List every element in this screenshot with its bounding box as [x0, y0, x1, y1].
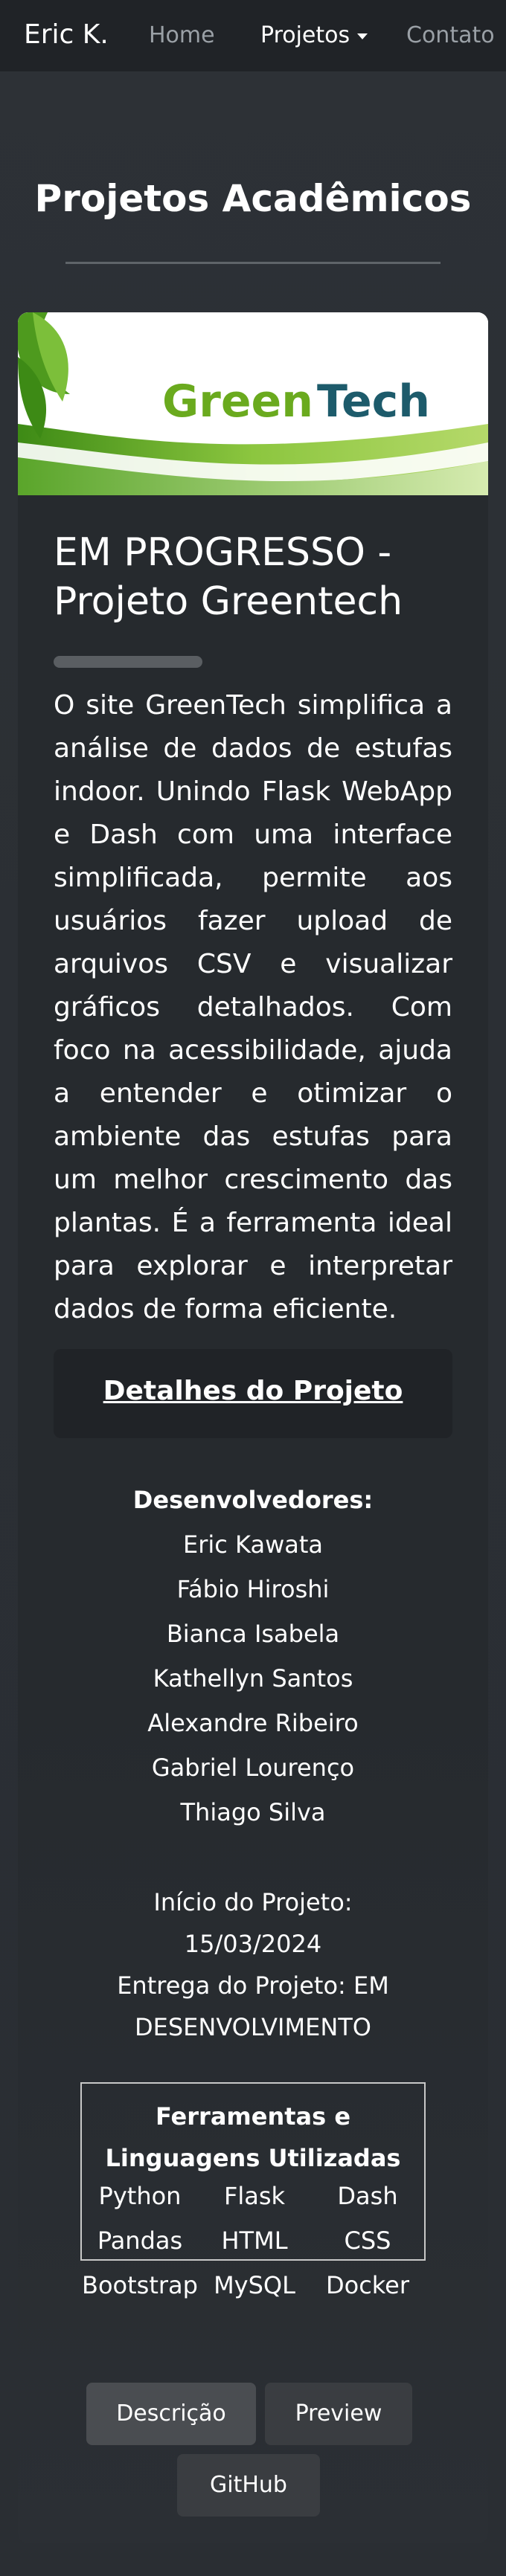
logo-text-tech: Tech [317, 376, 430, 428]
start-date: 15/03/2024 [184, 1930, 322, 1958]
tool-item: CSS [344, 2226, 391, 2255]
descricao-button[interactable]: Descrição [86, 2383, 256, 2445]
developer-name: Fábio Hiroshi [176, 1575, 330, 1603]
developers-title: Desenvolvedores: [132, 1486, 374, 1514]
developer-name: Kathellyn Santos [153, 1664, 353, 1693]
greentech-banner-image: Green Tech [18, 312, 488, 495]
delivery-status: DESENVOLVIMENTO [135, 2013, 371, 2041]
navbar: Eric K. Home Projetos Contato [0, 0, 506, 71]
developer-name: Eric Kawata [183, 1530, 323, 1559]
navbar-brand[interactable]: Eric K. [24, 19, 109, 50]
developer-name: Bianca Isabela [166, 1620, 340, 1648]
details-box: Detalhes do Projeto [54, 1349, 452, 1438]
tool-item: Dash [337, 2182, 398, 2210]
caret-down-icon [357, 33, 368, 39]
developer-name: Alexandre Ribeiro [147, 1709, 359, 1737]
project-description: O site GreenTech simplifica a análise de… [54, 690, 452, 1324]
developer-name: Thiago Silva [180, 1798, 326, 1826]
tool-item: Pandas [97, 2226, 183, 2255]
greentech-logo: Green Tech [18, 312, 488, 495]
nav-dropdown-projetos-label: Projetos [260, 22, 350, 48]
logo-text-green: Green [162, 376, 313, 428]
developer-name: Gabriel Lourenço [151, 1754, 355, 1782]
start-label: Início do Projeto: [153, 1888, 353, 1916]
tools-title: Ferramentas e Linguagens Utilizadas [82, 2096, 424, 2179]
tool-item: MySQL [214, 2271, 295, 2299]
tools-table: Ferramentas e Linguagens Utilizadas Pyth… [80, 2082, 426, 2299]
page-title: Projetos Acadêmicos [34, 177, 472, 220]
project-card: Green Tech EM PROGRESSO - Projeto Greent… [18, 312, 488, 2543]
nav-link-home[interactable]: Home [149, 22, 215, 48]
tools-title-line2: Linguagens Utilizadas [105, 2144, 401, 2172]
tool-item: HTML [221, 2226, 288, 2255]
tool-item: Bootstrap [82, 2271, 198, 2299]
nav-dropdown-projetos[interactable]: Projetos [260, 22, 368, 48]
preview-button[interactable]: Preview [265, 2383, 412, 2445]
tool-item: Python [98, 2182, 182, 2210]
nav-link-contato[interactable]: Contato [406, 22, 495, 48]
tools-title-line1: Ferramentas e [155, 2102, 351, 2131]
github-button[interactable]: GitHub [177, 2454, 320, 2517]
project-title: EM PROGRESSO - Projeto Greentech [54, 530, 403, 624]
progress-bar-decoration [54, 656, 202, 668]
title-divider [65, 262, 441, 264]
tool-item: Docker [325, 2271, 410, 2299]
tool-item: Flask [223, 2182, 286, 2210]
delivery-label: Entrega do Projeto: EM [117, 1971, 389, 2000]
project-details-link[interactable]: Detalhes do Projeto [54, 1376, 452, 1406]
